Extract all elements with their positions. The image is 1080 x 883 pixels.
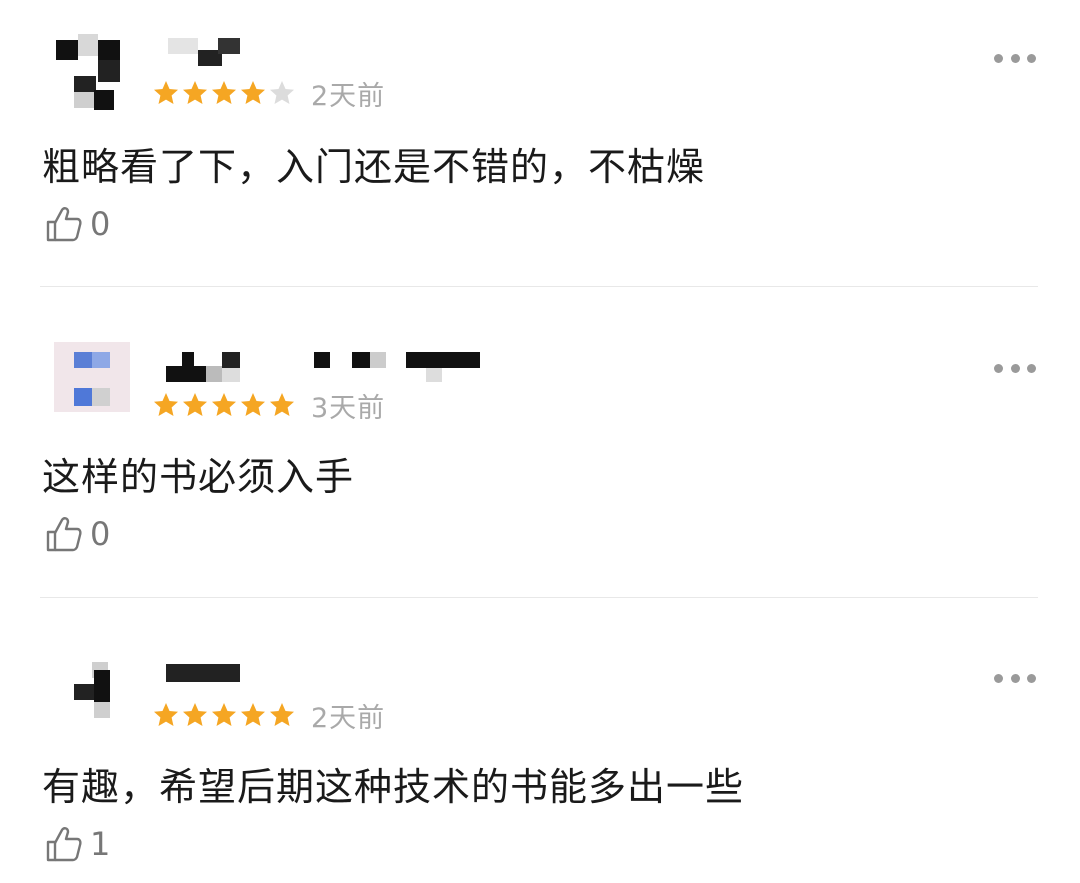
star-filled-icon [212,393,236,416]
avatar[interactable] [54,644,134,724]
review-text: 这样的书必须入手 [42,455,355,499]
review-item: 3天前 这样的书必须入手 0 [0,310,1080,620]
like-button[interactable]: 0 [44,512,110,556]
star-filled-icon [212,703,236,726]
review-time: 2天前 [311,80,386,112]
like-button[interactable]: 0 [44,202,110,246]
star-filled-icon [183,703,207,726]
more-options-button[interactable] [994,48,1036,68]
star-filled-icon [270,703,294,726]
star-filled-icon [241,703,265,726]
dot-icon [994,53,1003,63]
star-rating [152,79,297,107]
star-filled-icon [183,81,207,104]
dot-icon [1010,53,1020,63]
dot-icon [1010,363,1020,373]
star-filled-icon [241,393,265,416]
username-masked[interactable] [160,350,500,382]
review-list: 2天前 粗略看了下，入门还是不错的，不枯燥 0 3天前 这样的书必须入手 0 2… [0,0,1080,883]
more-options-button[interactable] [994,668,1036,688]
star-filled-icon [154,703,178,726]
rating-row: 3天前 [152,388,386,424]
thumbs-up-icon [46,517,82,552]
dot-icon [1010,673,1020,683]
avatar[interactable] [54,332,134,412]
star-empty-icon [270,81,294,104]
rating-row: 2天前 [152,698,386,734]
divider [40,597,1038,598]
like-count: 1 [90,825,111,863]
like-button[interactable]: 1 [44,822,110,866]
review-time: 3天前 [311,392,386,424]
star-rating [152,701,297,729]
review-time: 2天前 [311,702,386,734]
like-count: 0 [90,205,111,243]
star-filled-icon [241,81,265,104]
dot-icon [994,363,1003,373]
dot-icon [1027,673,1036,683]
star-filled-icon [154,81,178,104]
star-filled-icon [183,393,207,416]
thumbs-up-icon [46,207,82,242]
review-item: 2天前 有趣，希望后期这种技术的书能多出一些 1 [0,620,1080,883]
more-options-button[interactable] [994,358,1036,378]
review-item: 2天前 粗略看了下，入门还是不错的，不枯燥 0 [0,0,1080,310]
username-masked[interactable] [160,662,500,692]
star-filled-icon [154,393,178,416]
rating-row: 2天前 [152,76,386,112]
star-filled-icon [270,393,294,416]
dot-icon [1027,53,1036,63]
avatar[interactable] [54,30,134,110]
dot-icon [1027,363,1036,373]
divider [40,286,1038,287]
review-text: 有趣，希望后期这种技术的书能多出一些 [42,765,745,809]
dot-icon [994,673,1003,683]
like-count: 0 [90,515,111,553]
review-text: 粗略看了下，入门还是不错的，不枯燥 [42,145,706,189]
star-filled-icon [212,81,236,104]
thumbs-up-icon [46,827,82,862]
username-masked[interactable] [160,36,500,66]
star-rating [152,391,297,419]
